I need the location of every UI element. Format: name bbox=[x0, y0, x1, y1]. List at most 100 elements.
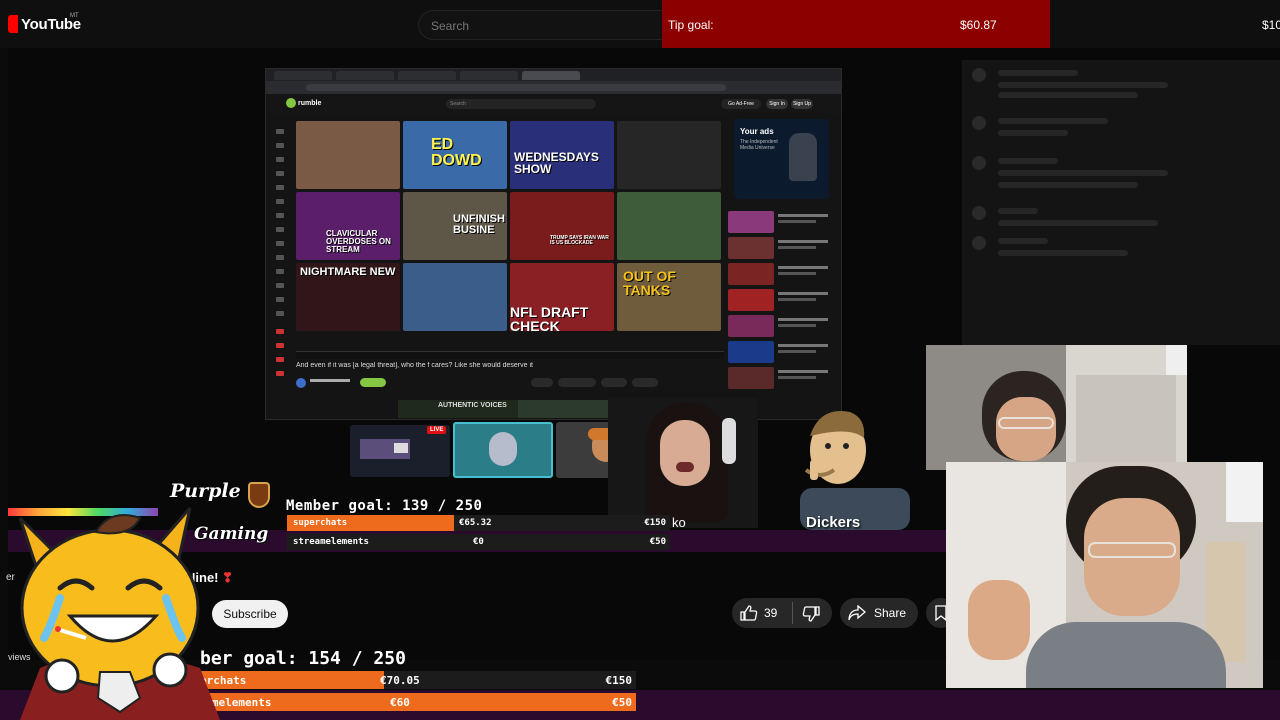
chat-line bbox=[998, 250, 1128, 256]
video-thumbnail[interactable]: ED DOWD bbox=[403, 121, 507, 189]
goal-bar-current: €65.32 bbox=[459, 518, 492, 528]
browser-tab-strip bbox=[266, 69, 841, 81]
chat-line bbox=[998, 238, 1048, 244]
streamer-webcam bbox=[598, 388, 770, 528]
goal-bar-superchats-bottom: erchats €70.05 €150 bbox=[160, 671, 636, 689]
ad-title: Your ads bbox=[740, 127, 774, 136]
comments-button[interactable] bbox=[558, 378, 596, 387]
rumble-logo-icon bbox=[286, 98, 296, 108]
like-button[interactable] bbox=[740, 605, 758, 621]
live-badge: LIVE bbox=[427, 426, 447, 434]
video-thumbnail[interactable]: CLAVICULAR OVERDOSES ON STREAM bbox=[296, 192, 400, 260]
rumble-logo-text: rumble bbox=[298, 99, 322, 107]
video-thumbnail[interactable] bbox=[403, 263, 507, 331]
rumble-search-input[interactable]: Search bbox=[446, 99, 596, 109]
chat-avatar bbox=[972, 68, 986, 82]
browser-tab[interactable] bbox=[460, 71, 518, 80]
chat-line bbox=[998, 158, 1058, 164]
goal-bar-label: superchats bbox=[293, 518, 348, 528]
side-video-item[interactable] bbox=[728, 237, 838, 259]
like-dislike-group: 39 bbox=[732, 598, 832, 628]
side-video-item[interactable] bbox=[728, 367, 838, 389]
rumble-logo[interactable]: rumble bbox=[286, 98, 321, 108]
thumbs-up-icon bbox=[740, 605, 758, 621]
video-thumbnail[interactable]: TRUMP SAYS IRAN WAR IS US BLOCKADE bbox=[510, 192, 614, 260]
cartoon-avatar bbox=[780, 400, 910, 530]
video-thumbnail[interactable]: OUT OF TANKS bbox=[617, 263, 721, 331]
shared-browser-window: rumble Search Go Ad-Free Sign In Sign Up… bbox=[265, 68, 842, 420]
search-input[interactable] bbox=[431, 17, 651, 35]
embed-button[interactable] bbox=[632, 378, 658, 387]
goal-bar-target: €150 bbox=[605, 674, 633, 687]
rumble-sign-in-button[interactable]: Sign In bbox=[766, 99, 788, 109]
chat-line bbox=[998, 220, 1158, 226]
video-thumbnail[interactable] bbox=[296, 121, 400, 189]
goal-bar-streamelements: streamelements €0 €50 bbox=[287, 534, 670, 550]
video-thumbnail[interactable] bbox=[617, 192, 721, 260]
participant-name-fragment: ko bbox=[672, 515, 686, 530]
youtube-header: YouTube MT bbox=[0, 0, 1280, 48]
browser-tab[interactable] bbox=[336, 71, 394, 80]
dislike-button[interactable] bbox=[802, 606, 820, 622]
chat-panel bbox=[962, 60, 1280, 345]
rumble-video-title: And even if it was [a legal threat], who… bbox=[296, 362, 533, 369]
video-thumbnail[interactable]: UNFINISH BUSINE bbox=[403, 192, 507, 260]
follow-button[interactable] bbox=[360, 378, 386, 387]
browser-tab-active[interactable] bbox=[522, 71, 580, 80]
side-video-item[interactable] bbox=[728, 341, 838, 363]
goal-bar-target: €50 bbox=[612, 696, 632, 709]
tip-goal-amount-cut: $10 bbox=[1262, 18, 1280, 32]
chat-avatar bbox=[972, 116, 986, 130]
browser-tab[interactable] bbox=[274, 71, 332, 80]
thumbs-down-icon bbox=[802, 606, 820, 622]
guest-webcam-top bbox=[926, 345, 1187, 470]
side-video-item[interactable] bbox=[728, 289, 838, 311]
video-thumbnail[interactable]: NFL DRAFT CHECK bbox=[510, 263, 614, 331]
chat-line bbox=[998, 170, 1168, 176]
participant-avatar-cam bbox=[453, 422, 553, 478]
goal-bar-current: €0 bbox=[473, 537, 484, 547]
chat-line bbox=[998, 208, 1038, 214]
cat-mascot bbox=[0, 488, 230, 720]
share-label: Share bbox=[874, 606, 907, 620]
channel-avatar[interactable] bbox=[296, 378, 306, 388]
video-thumbnail[interactable] bbox=[617, 121, 721, 189]
channel-name[interactable] bbox=[310, 379, 350, 382]
search-box[interactable] bbox=[418, 10, 668, 40]
banner-text: AUTHENTIC VOICES bbox=[438, 402, 507, 409]
browser-tab[interactable] bbox=[398, 71, 456, 80]
goal-bar-target: €50 bbox=[649, 537, 666, 547]
rumble-go-ad-free-button[interactable]: Go Ad-Free bbox=[721, 99, 761, 109]
browser-address-bar[interactable] bbox=[266, 81, 841, 94]
share-button[interactable]: Share bbox=[840, 598, 918, 628]
shield-icon bbox=[248, 482, 270, 508]
share-icon bbox=[848, 605, 866, 621]
goal-bar-current: €70.05 bbox=[380, 674, 420, 687]
participant-name-label: Dickers bbox=[806, 514, 861, 531]
rumble-ad[interactable]: Your ads The Independent Media Universe bbox=[734, 119, 829, 199]
astronaut-image bbox=[789, 133, 817, 181]
tip-goal-label: Tip goal: bbox=[668, 18, 714, 32]
chat-line bbox=[998, 118, 1108, 124]
rumble-player-controls[interactable] bbox=[296, 351, 724, 359]
tip-goal-amount: $60.87 bbox=[960, 18, 997, 32]
chat-line bbox=[998, 70, 1078, 76]
rumble-banner: AUTHENTIC VOICES bbox=[398, 400, 620, 418]
video-thumbnail[interactable]: NIGHTMARE NEW bbox=[296, 263, 400, 331]
chat-line bbox=[998, 130, 1068, 136]
video-thumbnail[interactable]: WEDNESDAYS SHOW bbox=[510, 121, 614, 189]
like-button[interactable] bbox=[531, 378, 553, 387]
side-video-item[interactable] bbox=[728, 315, 838, 337]
goal-bar-target: €150 bbox=[644, 518, 666, 528]
like-count: 39 bbox=[764, 606, 778, 620]
share-button[interactable] bbox=[601, 378, 627, 387]
goal-bar-label: streamelements bbox=[293, 537, 369, 547]
rumble-sign-up-button[interactable]: Sign Up bbox=[791, 99, 813, 109]
chat-avatar bbox=[972, 236, 986, 250]
chat-avatar bbox=[972, 156, 986, 170]
youtube-play-icon bbox=[8, 15, 18, 33]
side-video-item[interactable] bbox=[728, 211, 838, 233]
side-video-item[interactable] bbox=[728, 263, 838, 285]
browser-url-field[interactable] bbox=[306, 84, 726, 91]
ad-subtitle: The Independent Media Universe bbox=[740, 139, 778, 151]
